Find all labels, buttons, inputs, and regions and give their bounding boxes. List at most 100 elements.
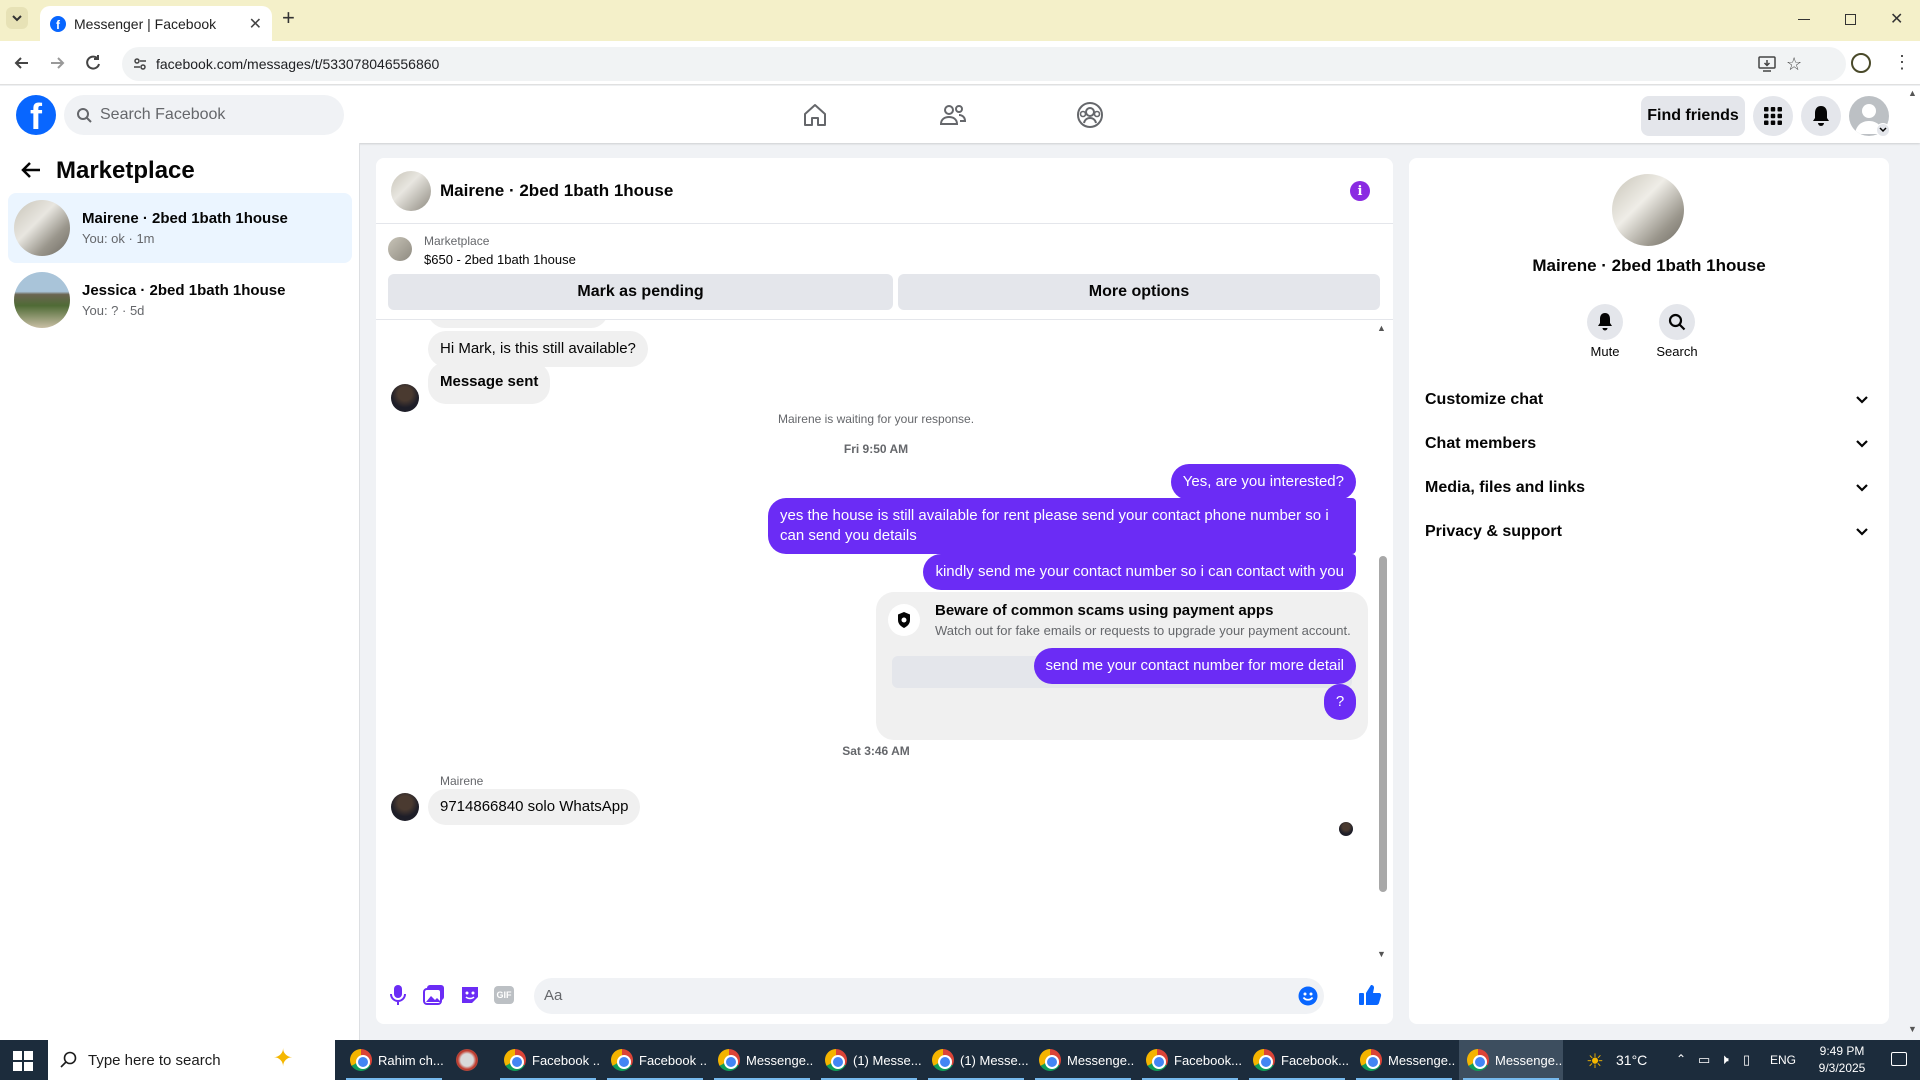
chrome-icon [825,1049,847,1071]
listing-price-title[interactable]: $650 - 2bed 1bath 1house [424,252,576,267]
taskbar-search-box[interactable]: Type here to search ✦ [48,1040,335,1080]
thumbs-up-icon[interactable] [1358,983,1382,1007]
action-center-icon[interactable] [1891,1052,1907,1066]
chat-title[interactable]: Mairene · 2bed 1bath 1house [440,181,673,201]
weather-temperature[interactable]: 31°C [1616,1052,1647,1068]
close-tab-icon[interactable]: ✕ [249,14,262,34]
input-language[interactable]: ENG [1770,1053,1796,1067]
customize-chat-section[interactable]: Customize chat [1425,382,1869,418]
incoming-message[interactable]: 9714866840 solo WhatsApp [428,789,641,825]
browser-address-bar: facebook.com/messages/t/533078046556860 … [0,41,1920,85]
scam-warning-body: Watch out for fake emails or requests to… [935,623,1351,638]
privacy-support-section[interactable]: Privacy & support [1425,514,1869,550]
conversation-item-jessica[interactable]: Jessica · 2bed 1bath 1house You: ? · 5d [8,265,352,335]
taskbar-app-rahim[interactable]: Rahim ch... [342,1040,446,1080]
chat-members-section[interactable]: Chat members [1425,426,1869,462]
taskbar-app-facebook-3[interactable]: Facebook... [1138,1040,1242,1080]
url-bar[interactable]: facebook.com/messages/t/533078046556860 … [122,47,1846,81]
home-icon[interactable] [798,98,832,132]
outgoing-message[interactable]: send me your contact number for more det… [1033,648,1356,684]
mark-as-pending-button[interactable]: Mark as pending [388,274,893,310]
section-label: Media, files and links [1425,479,1586,496]
reload-icon[interactable] [83,53,103,73]
back-arrow-icon[interactable] [12,53,32,73]
gif-icon[interactable]: GIF [494,986,514,1004]
attach-photo-icon[interactable] [423,984,445,1006]
sender-avatar[interactable] [391,384,419,412]
outgoing-message[interactable]: Yes, are you interested? [1170,464,1356,500]
emoji-icon[interactable] [1298,986,1318,1006]
outgoing-message[interactable]: yes the house is still available for ren… [768,498,1356,554]
facebook-search-input[interactable]: Search Facebook [64,95,344,135]
install-app-icon[interactable] [1758,55,1776,73]
chrome-icon [1039,1049,1061,1071]
browser-tab-active[interactable]: f Messenger | Facebook ✕ [40,6,272,41]
clock-date[interactable]: 9/3/2025 [1810,1061,1874,1075]
taskbar-app-messenger-3[interactable]: (1) Messe... [924,1040,1028,1080]
url-text: facebook.com/messages/t/533078046556860 [156,56,440,72]
profile-icon[interactable] [1851,53,1871,73]
notifications-bell-icon[interactable] [1801,96,1841,136]
facebook-logo-icon[interactable]: f [16,95,56,135]
sender-avatar[interactable] [391,793,419,821]
tab-search-dropdown-icon[interactable] [6,7,28,29]
show-hidden-icons-icon[interactable]: ⌃ [1676,1052,1686,1066]
conversation-info-icon[interactable]: i [1350,181,1370,201]
more-options-button[interactable]: More options [898,274,1380,310]
taskbar-app-messenger-4[interactable]: Messenge... [1031,1040,1135,1080]
sticker-icon[interactable] [459,984,481,1006]
listing-thumbnail-image[interactable] [388,237,412,261]
incoming-message[interactable]: Message sent [428,362,551,404]
chrome-icon [350,1049,372,1071]
windows-start-icon[interactable] [13,1051,33,1071]
groups-icon[interactable] [1073,98,1107,132]
info-avatar[interactable] [1612,174,1684,246]
battery-icon[interactable]: ▯ [1743,1052,1750,1068]
taskbar-app-messenger-5[interactable]: Messenge... [1352,1040,1456,1080]
browser-menu-icon[interactable]: ⋮ [1893,53,1911,71]
taskbar-app-messenger-2[interactable]: (1) Messe... [817,1040,921,1080]
microphone-icon[interactable] [388,984,408,1006]
taskbar-app-generic-icon[interactable] [456,1049,478,1071]
scroll-down-arrow-icon[interactable]: ▼ [1377,949,1386,959]
message-input[interactable]: Aa [534,978,1324,1014]
scam-warning-title: Beware of common scams using payment app… [935,602,1274,619]
mute-button[interactable] [1587,304,1623,340]
taskbar-app-messenger-1[interactable]: Messenge... [710,1040,814,1080]
close-window-icon[interactable]: ✕ [1890,9,1903,29]
chat-avatar[interactable] [391,171,431,211]
volume-mute-icon[interactable]: 🕨 [1720,1051,1729,1068]
clock-time[interactable]: 9:49 PM [1810,1044,1874,1058]
find-friends-button[interactable]: Find friends [1641,96,1745,136]
conversation-item-mairene[interactable]: Mairene · 2bed 1bath 1house You: ok · 1m [8,193,352,263]
scroll-up-arrow-icon[interactable]: ▲ [1377,323,1386,333]
facebook-favicon-icon: f [50,15,66,32]
page-scroll-down-icon[interactable]: ▼ [1908,1024,1917,1034]
account-chevron-icon[interactable] [1876,123,1890,137]
outgoing-message[interactable]: ? [1324,684,1356,720]
weather-icon[interactable]: ☀ [1586,1049,1604,1074]
forward-arrow-icon[interactable] [47,53,67,73]
message-scrollbar-thumb[interactable] [1379,556,1387,892]
new-tab-icon[interactable]: + [282,7,295,29]
outgoing-message[interactable]: kindly send me your contact number so i … [923,554,1356,590]
network-icon[interactable]: ▭ [1698,1052,1710,1068]
minimize-window-icon[interactable] [1798,19,1810,20]
restore-window-icon[interactable] [1845,14,1856,25]
taskbar-app-facebook-1[interactable]: Facebook ... [496,1040,600,1080]
taskbar-app-messenger-active[interactable]: Messenge... [1459,1040,1563,1080]
site-info-icon[interactable] [132,56,148,72]
tab-title: Messenger | Facebook [74,15,217,32]
bookmark-star-icon[interactable]: ☆ [1786,54,1802,75]
search-conversation-button[interactable] [1659,304,1695,340]
menu-grid-icon[interactable] [1753,96,1793,136]
taskbar-app-facebook-4[interactable]: Facebook... [1245,1040,1349,1080]
media-files-links-section[interactable]: Media, files and links [1425,470,1869,506]
listing-thumbnail-image [14,200,70,256]
back-arrow-icon[interactable] [20,160,42,180]
taskbar-app-facebook-2[interactable]: Facebook ... [603,1040,707,1080]
sidebar-title: Marketplace [56,157,195,184]
friends-icon[interactable] [936,98,970,132]
page-scroll-up-icon[interactable]: ▲ [1908,88,1917,98]
seen-receipt-avatar [1339,822,1353,836]
